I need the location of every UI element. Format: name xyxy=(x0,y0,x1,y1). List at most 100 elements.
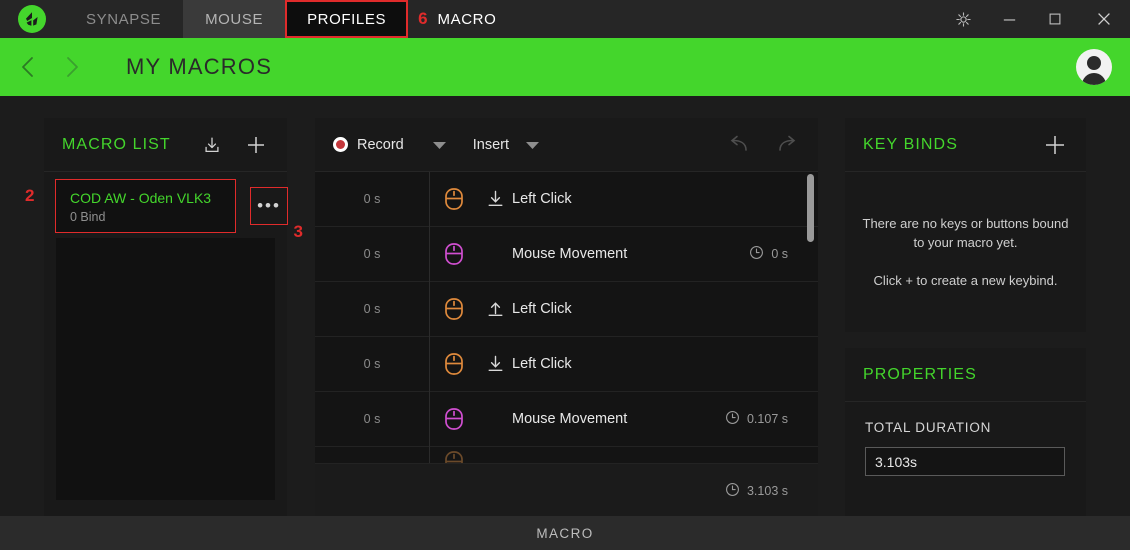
editor-total-duration: 3.103 s xyxy=(315,463,818,518)
status-bar-text: MACRO xyxy=(536,525,594,541)
key-binds-panel: KEY BINDS There are no keys or buttons b… xyxy=(845,118,1086,332)
key-binds-empty-message: There are no keys or buttons bound to yo… xyxy=(862,216,1069,250)
key-binds-title: KEY BINDS xyxy=(863,135,958,153)
macro-list-title: MACRO LIST xyxy=(62,135,171,153)
window-controls xyxy=(940,0,1130,38)
record-button[interactable]: Record xyxy=(333,137,404,153)
event-delay: 0 s xyxy=(315,281,430,337)
total-duration-input[interactable] xyxy=(865,447,1065,476)
properties-panel: PROPERTIES TOTAL DURATION xyxy=(845,348,1086,518)
table-row[interactable]: 0 s Mouse Movement 0.107 s xyxy=(315,391,818,447)
user-avatar-icon[interactable] xyxy=(1076,49,1112,85)
chevron-right-icon[interactable] xyxy=(50,38,94,96)
clock-icon xyxy=(725,482,740,500)
razer-logo xyxy=(0,5,64,33)
tab-macro-label: MACRO xyxy=(437,10,497,28)
settings-gear-icon[interactable] xyxy=(940,0,986,38)
event-label: Left Click xyxy=(512,191,572,207)
close-icon[interactable] xyxy=(1078,0,1130,38)
key-binds-empty-hint: Click + to create a new keybind. xyxy=(873,272,1058,288)
annotation-number-3: 3 xyxy=(293,222,303,241)
status-bar: MACRO xyxy=(0,516,1130,550)
tab-bar: SYNAPSE MOUSE PROFILES 6 MACRO xyxy=(64,0,518,38)
macro-list-panel: MACRO LIST 2 COD AW - Oden VLK3 0 Bind •… xyxy=(25,118,303,518)
event-list-scrollbar[interactable] xyxy=(807,172,814,463)
arrow-down-icon xyxy=(478,355,512,373)
arrow-up-icon xyxy=(478,300,512,318)
editor-total-duration-value: 3.103 s xyxy=(746,484,788,498)
macro-list-actions xyxy=(199,132,269,158)
event-delay xyxy=(315,447,430,463)
macro-event-list: 0 s Left Click 0 s Mouse Movement 0 s 0 … xyxy=(315,172,818,463)
table-row[interactable]: 0 s Mouse Movement 0 s xyxy=(315,226,818,282)
insert-dropdown-chevron-down-icon[interactable] xyxy=(525,140,540,150)
event-label: Left Click xyxy=(512,356,572,372)
mouse-icon xyxy=(430,450,478,463)
table-row[interactable]: 0 s Left Click xyxy=(315,336,818,392)
tab-mouse[interactable]: MOUSE xyxy=(183,0,286,38)
mouse-icon xyxy=(430,242,478,266)
redo-arrow-icon[interactable] xyxy=(776,135,800,155)
tab-profiles[interactable]: PROFILES xyxy=(285,0,409,38)
mouse-icon xyxy=(430,352,478,376)
list-item[interactable]: COD AW - Oden VLK3 0 Bind xyxy=(55,179,236,233)
annotation-number-6: 6 xyxy=(418,9,428,28)
plus-icon[interactable] xyxy=(1042,132,1068,158)
record-circle-icon xyxy=(333,137,348,152)
event-delay: 0 s xyxy=(315,336,430,392)
table-row-partial[interactable] xyxy=(315,447,818,463)
event-duration: 0 s xyxy=(749,245,788,263)
content-area: MACRO LIST 2 COD AW - Oden VLK3 0 Bind •… xyxy=(0,96,1130,518)
chevron-left-icon[interactable] xyxy=(6,38,50,96)
mouse-icon xyxy=(430,407,478,431)
event-duration: 0.107 s xyxy=(725,410,788,428)
event-label: Left Click xyxy=(512,301,572,317)
import-download-icon[interactable] xyxy=(199,132,225,158)
event-delay: 0 s xyxy=(315,172,430,227)
minimize-icon[interactable] xyxy=(986,0,1032,38)
tab-mouse-label: MOUSE xyxy=(205,10,264,28)
title-bar: SYNAPSE MOUSE PROFILES 6 MACRO xyxy=(0,0,1130,38)
event-delay: 0 s xyxy=(315,391,430,447)
annotation-number-2: 2 xyxy=(25,186,35,205)
clock-icon xyxy=(749,245,764,263)
properties-header: PROPERTIES xyxy=(845,348,1086,402)
total-duration-label: TOTAL DURATION xyxy=(865,420,992,435)
tab-macro[interactable]: MACRO xyxy=(428,0,519,38)
key-binds-empty-state: There are no keys or buttons bound to yo… xyxy=(845,172,1086,331)
history-actions xyxy=(726,135,800,155)
macro-list-header: MACRO LIST xyxy=(44,118,287,172)
insert-button[interactable]: Insert xyxy=(473,137,509,153)
undo-arrow-icon[interactable] xyxy=(726,135,750,155)
record-dropdown-chevron-down-icon[interactable] xyxy=(432,140,447,150)
key-binds-actions xyxy=(1042,132,1068,158)
macro-more-options-button[interactable]: ••• xyxy=(250,187,288,225)
tab-synapse[interactable]: SYNAPSE xyxy=(64,0,183,38)
table-row[interactable]: 0 s Left Click xyxy=(315,281,818,337)
properties-body: TOTAL DURATION xyxy=(845,402,1086,476)
macro-editor-panel: Record Insert 0 s Left Click 0 s Mouse M… xyxy=(315,118,818,518)
page-title: MY MACROS xyxy=(126,54,273,79)
macro-items: 2 COD AW - Oden VLK3 0 Bind ••• 3 xyxy=(25,172,303,500)
properties-title: PROPERTIES xyxy=(863,365,977,383)
editor-toolbar: Record Insert xyxy=(315,118,818,172)
macro-list-empty-space xyxy=(56,238,275,500)
arrow-down-icon xyxy=(478,190,512,208)
avatar-body xyxy=(1082,73,1106,85)
scrollbar-thumb[interactable] xyxy=(807,174,814,242)
table-row[interactable]: 0 s Left Click xyxy=(315,172,818,227)
macro-row: COD AW - Oden VLK3 0 Bind ••• xyxy=(44,172,288,233)
clock-icon xyxy=(725,410,740,428)
event-label: Mouse Movement xyxy=(512,246,628,262)
macro-item-name: COD AW - Oden VLK3 xyxy=(70,190,212,206)
tab-profiles-label: PROFILES xyxy=(307,10,387,28)
event-delay: 0 s xyxy=(315,226,430,282)
record-label: Record xyxy=(357,136,404,153)
avatar-head xyxy=(1087,56,1101,70)
event-label: Mouse Movement xyxy=(512,411,628,427)
mouse-icon xyxy=(430,297,478,321)
plus-icon[interactable] xyxy=(243,132,269,158)
page-header: MY MACROS xyxy=(0,38,1130,96)
maximize-icon[interactable] xyxy=(1032,0,1078,38)
mouse-icon xyxy=(430,187,478,211)
